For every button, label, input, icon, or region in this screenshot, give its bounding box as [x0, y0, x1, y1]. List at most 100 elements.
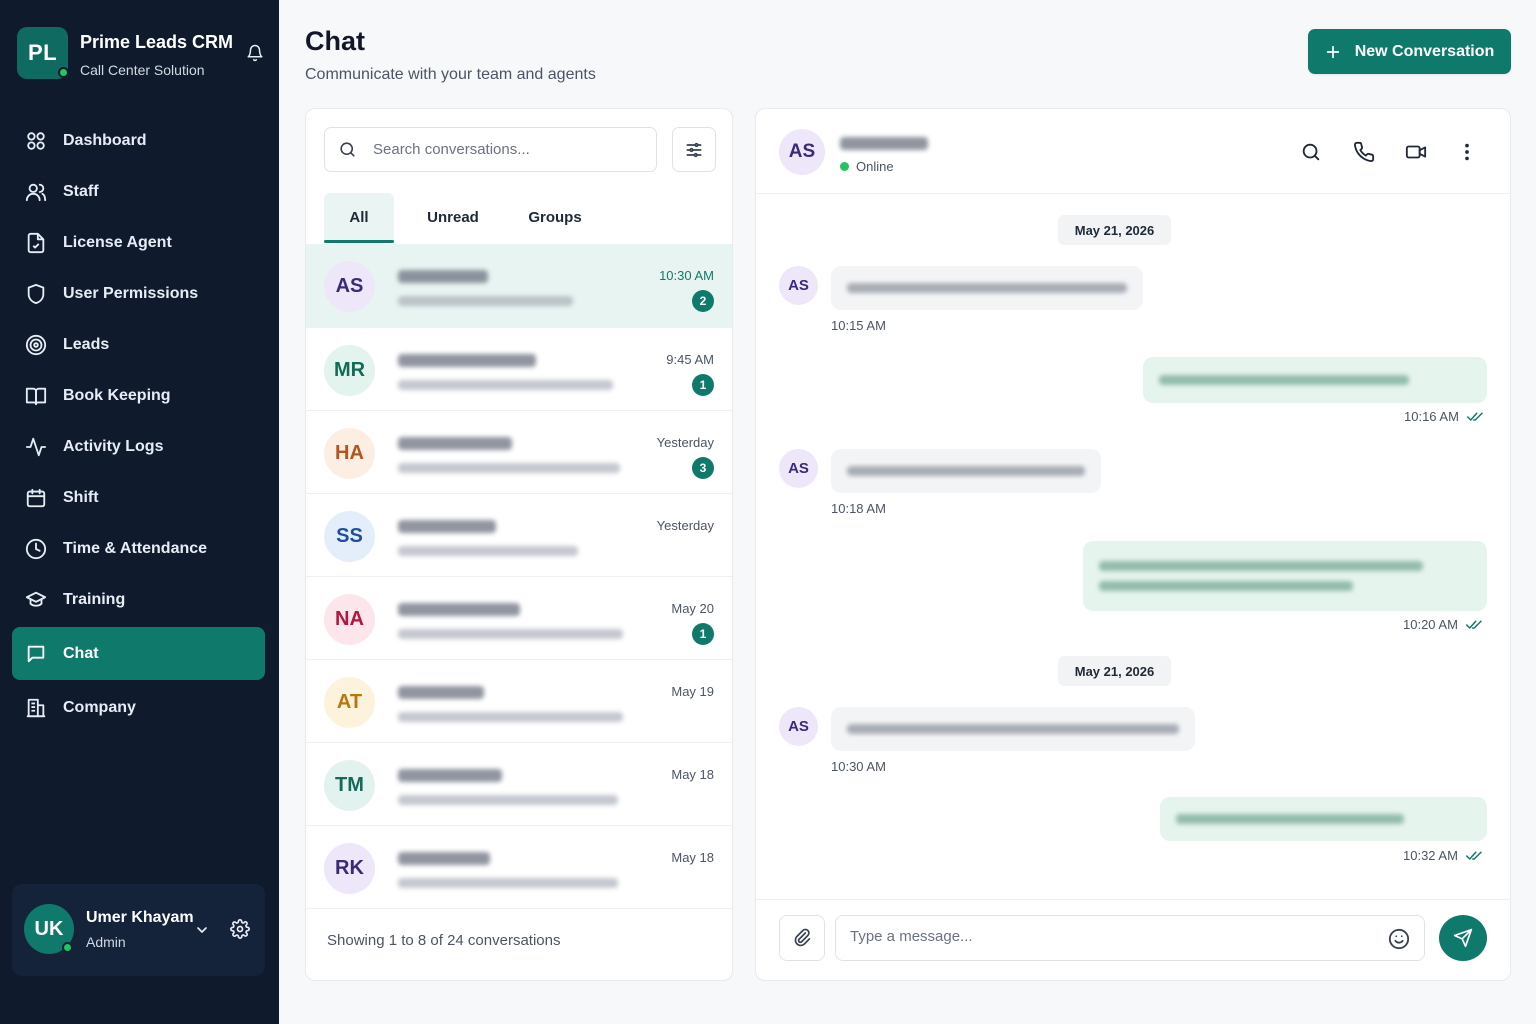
online-dot — [62, 942, 73, 953]
sidebar-item-book-keeping[interactable]: Book Keeping — [12, 370, 265, 421]
avatar: MR — [324, 345, 375, 396]
sidebar: PL Prime Leads CRM Call Center Solution … — [0, 0, 279, 1024]
unread-badge: 3 — [692, 457, 714, 479]
chevron-down-icon[interactable] — [194, 922, 210, 938]
avatar: AT — [324, 677, 375, 728]
sidebar-item-license-agent[interactable]: License Agent — [12, 217, 265, 268]
sidebar-item-user-permissions[interactable]: User Permissions — [12, 268, 265, 319]
user-name: Umer Khayam — [86, 909, 194, 926]
sidebar-item-label: Dashboard — [63, 131, 147, 149]
message-bubble-incoming — [831, 707, 1195, 751]
contact-name-redacted — [398, 603, 520, 616]
date-separator: May 21, 2026 — [1058, 215, 1171, 245]
chat-header: AS Online — [756, 109, 1510, 194]
sidebar-item-company[interactable]: Company — [12, 682, 265, 733]
unread-badge: 1 — [692, 374, 714, 396]
message-preview-redacted — [398, 878, 618, 888]
chat-panel: AS Online May 21, 2026 AS 10:15 AM 10:16… — [755, 108, 1511, 981]
list-item[interactable]: RK May 18 — [306, 826, 732, 909]
sidebar-item-label: Company — [63, 698, 136, 716]
message-text-redacted — [1176, 814, 1404, 824]
online-dot — [840, 162, 849, 171]
gear-icon[interactable] — [230, 919, 250, 939]
message-bubble-incoming — [831, 449, 1101, 493]
sidebar-item-leads[interactable]: Leads — [12, 319, 265, 370]
conversation-time: Yesterday — [656, 435, 714, 450]
tab-unread[interactable]: Unread — [418, 193, 488, 241]
double-check-icon — [1465, 851, 1482, 860]
message-preview-redacted — [398, 463, 620, 473]
avatar: AS — [779, 707, 818, 746]
avatar: AS — [324, 261, 375, 312]
sidebar-item-chat[interactable]: Chat — [12, 627, 265, 680]
send-button[interactable] — [1439, 915, 1487, 961]
user-role: Admin — [86, 934, 126, 950]
list-item[interactable]: AS 10:30 AM 2 — [306, 244, 732, 328]
message-input-wrapper — [835, 915, 1425, 961]
list-item[interactable]: SS Yesterday — [306, 494, 732, 577]
sliders-icon — [686, 142, 702, 157]
dashboard-icon — [27, 131, 45, 150]
sidebar-item-dashboard[interactable]: Dashboard — [12, 115, 265, 166]
search-icon[interactable] — [1300, 141, 1322, 163]
sidebar-item-label: Staff — [63, 182, 99, 200]
message-time: 10:30 AM — [831, 759, 886, 774]
list-item[interactable]: HA Yesterday 3 — [306, 411, 732, 494]
search-input[interactable] — [373, 141, 633, 158]
message-time-label: 10:32 AM — [1403, 848, 1458, 863]
conversation-list: AS 10:30 AM 2 MR 9:45 AM 1 HA Yesterday … — [306, 244, 732, 909]
emoji-icon[interactable] — [1388, 928, 1410, 950]
sidebar-item-shift[interactable]: Shift — [12, 472, 265, 523]
message-input[interactable] — [850, 928, 1370, 945]
sidebar-item-training[interactable]: Training — [12, 574, 265, 625]
sidebar-item-activity-logs[interactable]: Activity Logs — [12, 421, 265, 472]
phone-icon[interactable] — [1353, 141, 1375, 163]
avatar: TM — [324, 760, 375, 811]
list-item[interactable]: MR 9:45 AM 1 — [306, 328, 732, 411]
more-vertical-icon[interactable] — [1456, 141, 1478, 163]
list-item[interactable]: TM May 18 — [306, 743, 732, 826]
brand-initials: PL — [27, 40, 58, 65]
contact-name-redacted — [398, 354, 536, 367]
avatar: AS — [779, 266, 818, 305]
search-box[interactable] — [324, 127, 657, 172]
tab-all[interactable]: All — [324, 193, 394, 243]
message-preview-redacted — [398, 629, 623, 639]
avatar: AS — [779, 129, 825, 175]
sidebar-nav: Dashboard Staff License Agent User Permi… — [12, 115, 265, 733]
brand-title: Prime Leads CRM — [80, 32, 234, 52]
list-item[interactable]: AT May 19 — [306, 660, 732, 743]
message-bubble-incoming — [831, 266, 1143, 310]
contact-name-redacted — [840, 137, 928, 150]
list-item[interactable]: NA May 20 1 — [306, 577, 732, 660]
tab-groups[interactable]: Groups — [520, 193, 590, 241]
building-icon — [26, 698, 46, 717]
user-profile-card[interactable]: UK Umer Khayam Admin — [12, 884, 265, 976]
sidebar-item-staff[interactable]: Staff — [12, 166, 265, 217]
double-check-icon — [1466, 412, 1483, 421]
attach-button[interactable] — [779, 915, 825, 961]
filter-button[interactable] — [672, 127, 716, 172]
users-icon — [25, 183, 47, 201]
status-label: Online — [856, 159, 894, 174]
page-subtitle: Communicate with your team and agents — [305, 66, 596, 83]
document-icon — [27, 232, 45, 253]
conversation-time: 10:30 AM — [659, 268, 714, 283]
clock-icon — [25, 538, 47, 559]
new-conversation-button[interactable]: New Conversation — [1308, 29, 1511, 74]
message-time: 10:18 AM — [831, 501, 886, 516]
search-icon — [340, 142, 355, 157]
sidebar-item-time-attendance[interactable]: Time & Attendance — [12, 523, 265, 574]
plus-icon — [1326, 45, 1339, 58]
target-icon — [25, 334, 47, 355]
message-time-label: 10:16 AM — [1404, 409, 1459, 424]
online-dot — [58, 67, 69, 78]
conversation-time: May 18 — [671, 850, 714, 865]
video-camera-icon[interactable] — [1405, 141, 1427, 163]
date-separator: May 21, 2026 — [1058, 656, 1171, 686]
conversation-time: May 20 — [671, 601, 714, 616]
bell-icon[interactable] — [246, 44, 264, 62]
graduation-cap-icon — [25, 591, 47, 607]
presence-status: Online — [840, 159, 894, 174]
message-composer — [756, 899, 1510, 980]
